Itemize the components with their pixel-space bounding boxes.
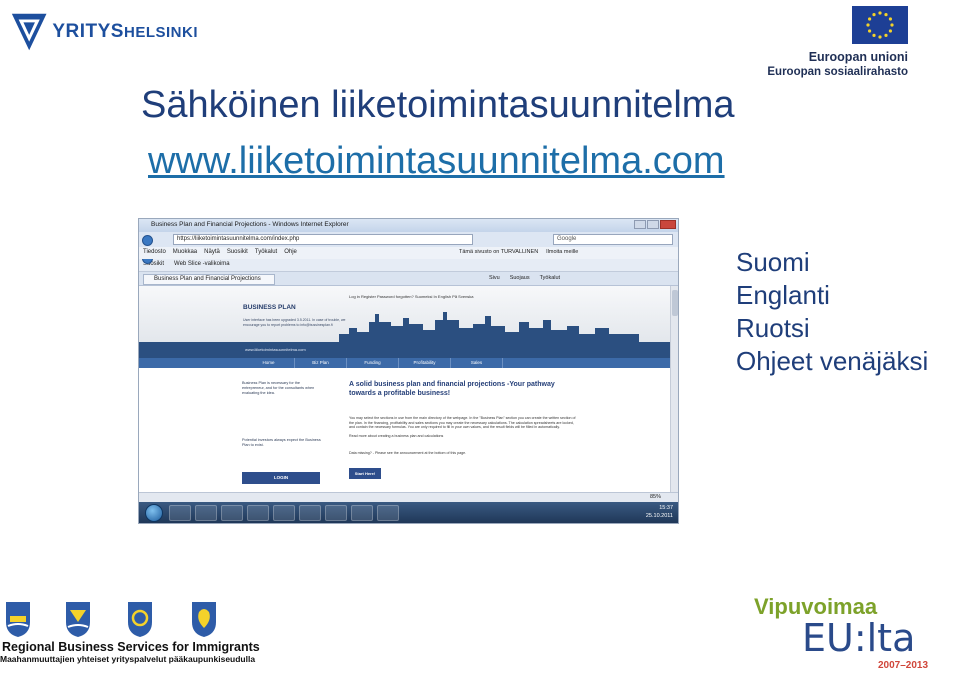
minimize-button[interactable] [634, 220, 646, 229]
yrityshelsinki-wordmark: YRITYSHELSINKI [52, 21, 198, 42]
language-item: Englanti [736, 280, 830, 310]
site-heading: BUSINESS PLAN [243, 304, 296, 311]
media-taskbar-icon[interactable] [221, 505, 243, 521]
maximize-button[interactable] [647, 220, 659, 229]
window-title: Business Plan and Financial Projections … [151, 221, 349, 228]
menu-item[interactable]: Suosikit [227, 249, 248, 257]
intro-text: Business Plan is necessary for the entre… [242, 381, 315, 395]
security-status[interactable]: Tämä sivusto on TURVALLINEN [459, 249, 538, 255]
report-link[interactable]: Ilmoita meille [546, 249, 578, 255]
app-taskbar-icon[interactable] [351, 505, 373, 521]
yrityshelsinki-mark-icon [11, 13, 47, 51]
status-bar: 85% [139, 492, 678, 502]
rbs-label: Regional Business Services for Immigrant… [2, 640, 260, 654]
site-header: BUSINESS PLAN Log in Register Password f… [139, 286, 670, 342]
nav-buttons [142, 233, 166, 264]
address-bar-row: https://liiketoimintasuunnitelma.com/ind… [139, 232, 678, 264]
start-button[interactable] [145, 504, 163, 522]
eu-union-label: Euroopan unioni [808, 50, 908, 64]
main-heading: A solid business plan and financial proj… [349, 381, 555, 397]
language-item: Ohjeet venäjäksi [736, 346, 929, 376]
eu-flag-icon [852, 6, 908, 44]
powerpoint-taskbar-icon[interactable] [325, 505, 347, 521]
years-text: 2007–2013 [878, 660, 929, 671]
web-slice-gallery[interactable]: Web Slice -valikoima [174, 261, 230, 269]
nav-home[interactable]: Home [243, 358, 295, 368]
tab-bar: Business Plan and Financial Projections … [139, 272, 678, 286]
taskbar-clock[interactable]: 15:37 25.10.2011 [646, 504, 673, 520]
site-top-links[interactable]: Log in Register Password forgotten? Suom… [349, 294, 474, 299]
nav-funding[interactable]: Funding [347, 358, 399, 368]
word-taskbar-icon[interactable] [299, 505, 321, 521]
site-navigation: Home Biz Plan Funding Profitability Sale… [139, 358, 670, 368]
site-band: www.liiketoimintasuunnitelma.com [139, 342, 670, 358]
nav-profitability[interactable]: Profitability [399, 358, 451, 368]
investor-text: Potential investors always expect the Bu… [242, 438, 321, 447]
zoom-level[interactable]: 85% [650, 494, 661, 500]
browser-screenshot: Business Plan and Financial Projections … [138, 218, 679, 524]
eu-social-fund-label: Euroopan sosiaalirahasto [767, 66, 908, 78]
vertical-scrollbar[interactable] [670, 286, 678, 492]
maahanmuuttajien-label: Maahanmuuttajien yhteiset yrityspalvelut… [0, 654, 256, 664]
city-crests [0, 600, 230, 644]
menu-item[interactable]: Näytä [204, 249, 220, 257]
language-item: Suomi [736, 247, 810, 277]
main-body: You may select the sections in use from … [349, 416, 579, 439]
window-controls [634, 220, 676, 229]
folder-taskbar-icon[interactable] [195, 505, 217, 521]
data-missing-text: Data missing? - Please see the announcem… [349, 451, 467, 455]
language-list: Suomi Englanti Ruotsi Ohjeet venäjäksi [736, 246, 928, 378]
menu-item[interactable]: Ohje [284, 249, 297, 257]
eulta-text: EU:lta [802, 616, 916, 660]
clock-date: 25.10.2011 [645, 513, 673, 519]
address-input[interactable]: https://liiketoimintasuunnitelma.com/ind… [173, 234, 473, 245]
language-item: Ruotsi [736, 313, 810, 343]
yrityshelsinki-logo: YRITYSHELSINKI [8, 6, 198, 58]
security-bar: Tämä sivusto on TURVALLINEN Ilmoita meil… [459, 249, 578, 255]
website-link[interactable]: www.liiketoimintasuunnitelma.com [148, 140, 725, 183]
clock-time: 15:37 [659, 505, 673, 511]
command-bar: Sivu Suojaus Työkalut [489, 275, 560, 281]
nav-biz-plan[interactable]: Biz Plan [295, 358, 347, 368]
app-taskbar-icon[interactable] [377, 505, 399, 521]
menu-bar: Tiedosto Muokkaa Näytä Suosikit Työkalut… [139, 247, 678, 259]
page-title: Sähköinen liiketoimintasuunnitelma [141, 84, 735, 126]
app-taskbar-icon[interactable] [273, 505, 295, 521]
search-input[interactable]: Google [553, 234, 673, 245]
ie-taskbar-icon[interactable] [169, 505, 191, 521]
vipuvoimaa-logo: Vipuvoimaa EU:lta 2007–2013 [754, 594, 934, 674]
nav-sales[interactable]: Sales [451, 358, 503, 368]
scroll-thumb[interactable] [672, 290, 678, 316]
website-content: BUSINESS PLAN Log in Register Password f… [139, 286, 670, 492]
excel-taskbar-icon[interactable] [247, 505, 269, 521]
main-body-text: You may select the sections in use from … [349, 416, 576, 430]
page-menu[interactable]: Sivu [489, 275, 500, 281]
tools-menu[interactable]: Työkalut [540, 275, 560, 281]
window-title-bar: Business Plan and Financial Projections … [139, 219, 678, 232]
helsinki-crest-icon [6, 602, 30, 637]
eu-logo: Euroopan unioni Euroopan sosiaalirahasto [767, 6, 908, 78]
start-here-button[interactable]: Start Here! [349, 468, 381, 479]
espoo-crest-icon [66, 602, 90, 637]
close-button[interactable] [660, 220, 676, 229]
back-icon[interactable] [142, 235, 153, 246]
city-skyline-image [339, 312, 639, 342]
menu-item[interactable]: Työkalut [255, 249, 277, 257]
site-notice: User interface has been upgraded 3.5.201… [243, 318, 346, 327]
safety-menu[interactable]: Suojaus [510, 275, 530, 281]
tab-business-plan[interactable]: Business Plan and Financial Projections [143, 274, 275, 285]
windows-taskbar: 15:37 25.10.2011 [139, 502, 678, 523]
vantaa-crest-icon [128, 602, 152, 637]
read-more-link[interactable]: Read more about creating a business plan… [349, 434, 443, 438]
menu-item[interactable]: Tiedosto [143, 249, 166, 257]
login-button[interactable]: LOGIN [242, 472, 320, 484]
favorites-bar: Suosikit Web Slice -valikoima [139, 259, 678, 272]
menu-item[interactable]: Muokkaa [173, 249, 197, 257]
kauniainen-crest-icon [192, 602, 216, 637]
site-band-url: www.liiketoimintasuunnitelma.com [245, 347, 306, 352]
